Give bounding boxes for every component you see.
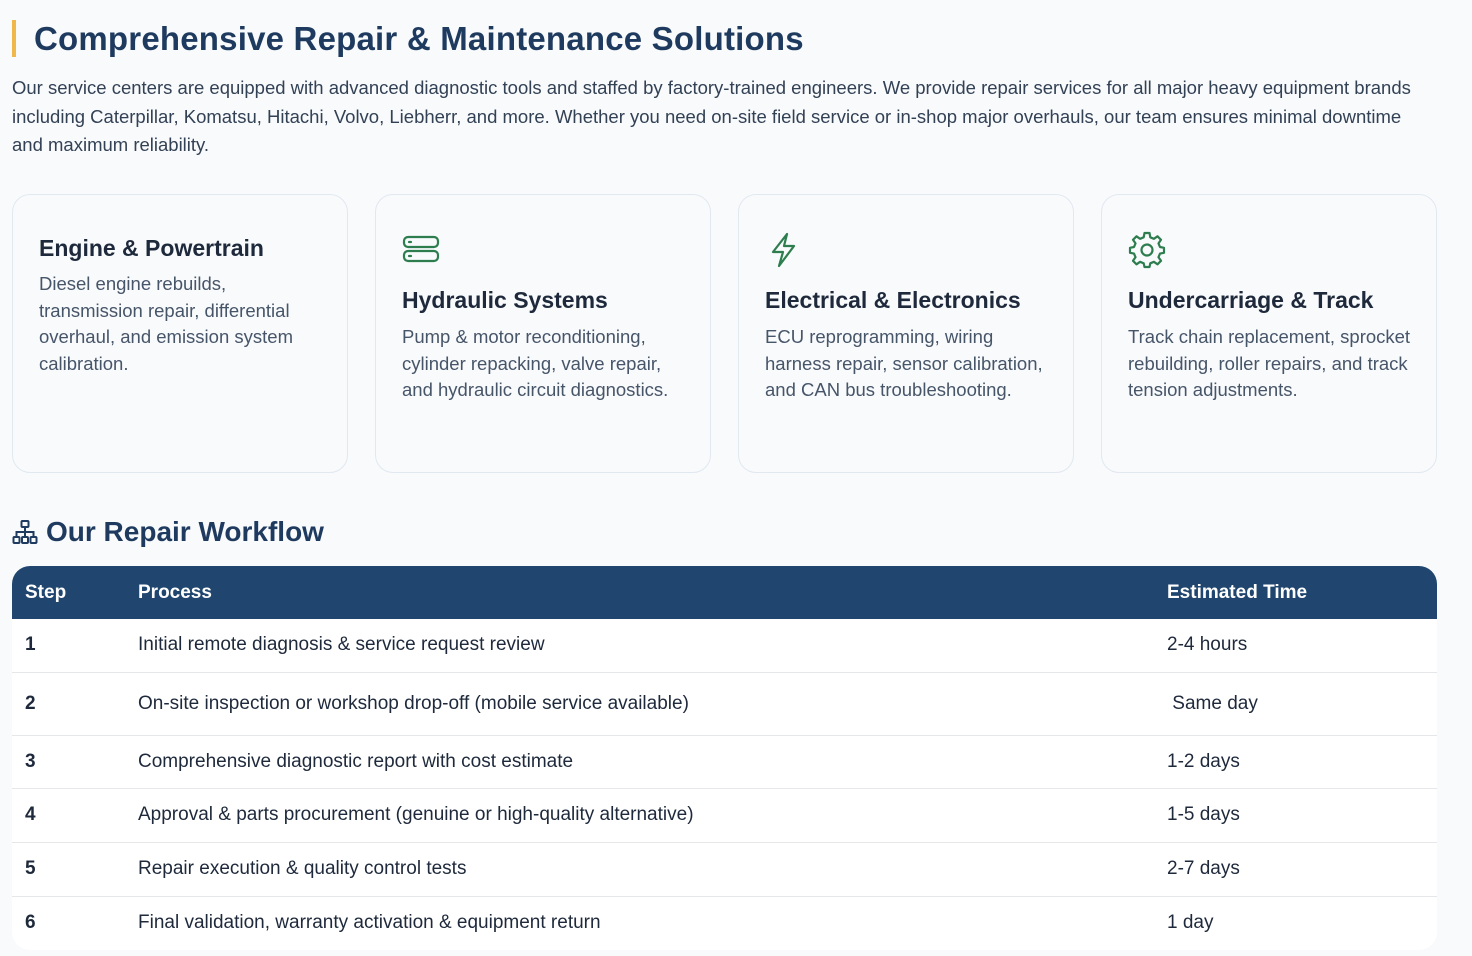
workflow-heading: Our Repair Workflow (12, 514, 324, 550)
estimated-time: 1-2 days (1167, 750, 1240, 772)
table-row: 6 Final validation, warranty activation … (12, 896, 1437, 950)
process-text: Comprehensive diagnostic report with cos… (138, 750, 574, 772)
table-row: 5 Repair execution & quality control tes… (12, 842, 1437, 896)
estimated-time: Same day (1167, 692, 1258, 714)
page-title: Comprehensive Repair & Maintenance Solut… (12, 20, 804, 57)
card-title: Electrical & Electronics (765, 287, 1021, 313)
card-title: Undercarriage & Track (1128, 287, 1374, 313)
step-number: 1 (25, 634, 36, 656)
card-engine-powertrain: Engine & Powertrain Diesel engine rebuil… (12, 194, 348, 473)
step-number: 6 (25, 912, 36, 934)
lightning-icon (771, 232, 796, 268)
process-text: Approval & parts procurement (genuine or… (138, 804, 694, 825)
process-text: On-site inspection or workshop drop-off … (138, 692, 689, 714)
card-title: Engine & Powertrain (39, 235, 264, 261)
header-estimated-time: Estimated Time (1167, 581, 1308, 603)
sitemap-icon (12, 520, 38, 544)
estimated-time: 2-7 days (1167, 858, 1240, 879)
card-description: Pump & motor reconditioning, cylinder re… (402, 326, 669, 400)
process-text: Initial remote diagnosis & service reque… (138, 634, 545, 656)
card-description: ECU reprogramming, wiring harness repair… (765, 326, 1043, 400)
process-text: Repair execution & quality control tests (138, 858, 467, 879)
estimated-time: 2-4 hours (1167, 634, 1248, 656)
workflow-table: Step Process Estimated Time 1 Initial re… (12, 566, 1437, 950)
step-number: 4 (25, 804, 36, 825)
estimated-time: 1 day (1167, 912, 1214, 934)
estimated-time: 1-5 days (1167, 804, 1240, 825)
page: Comprehensive Repair & Maintenance Solut… (0, 0, 1472, 956)
table-row: 2 On-site inspection or workshop drop-of… (12, 672, 1437, 735)
table-row: 4 Approval & parts procurement (genuine … (12, 788, 1437, 842)
card-hydraulic-systems: Hydraulic Systems Pump & motor reconditi… (375, 194, 711, 473)
step-number: 5 (25, 858, 36, 879)
process-text: Final validation, warranty activation & … (138, 912, 601, 934)
table-row: 3 Comprehensive diagnostic report with c… (12, 735, 1437, 788)
card-description: Diesel engine rebuilds, transmission rep… (39, 273, 293, 374)
header-step: Step (25, 581, 67, 603)
card-title: Hydraulic Systems (402, 287, 608, 313)
workflow-title: Our Repair Workflow (46, 516, 324, 547)
step-number: 3 (25, 750, 36, 772)
card-description: Track chain replacement, sprocket rebuil… (1128, 326, 1411, 400)
server-icon (402, 235, 440, 263)
card-electrical-electronics: Electrical & Electronics ECU reprogrammi… (738, 194, 1074, 473)
service-cards: Engine & Powertrain Diesel engine rebuil… (12, 194, 1437, 473)
table-row: 1 Initial remote diagnosis & service req… (12, 619, 1437, 672)
card-undercarriage-track: Undercarriage & Track Track chain replac… (1101, 194, 1437, 473)
step-number: 2 (25, 692, 36, 714)
intro-paragraph: Our service centers are equipped with ad… (12, 77, 1411, 155)
header-process: Process (138, 581, 212, 603)
gear-icon (1128, 231, 1166, 269)
table-header-row: Step Process Estimated Time (12, 566, 1437, 619)
